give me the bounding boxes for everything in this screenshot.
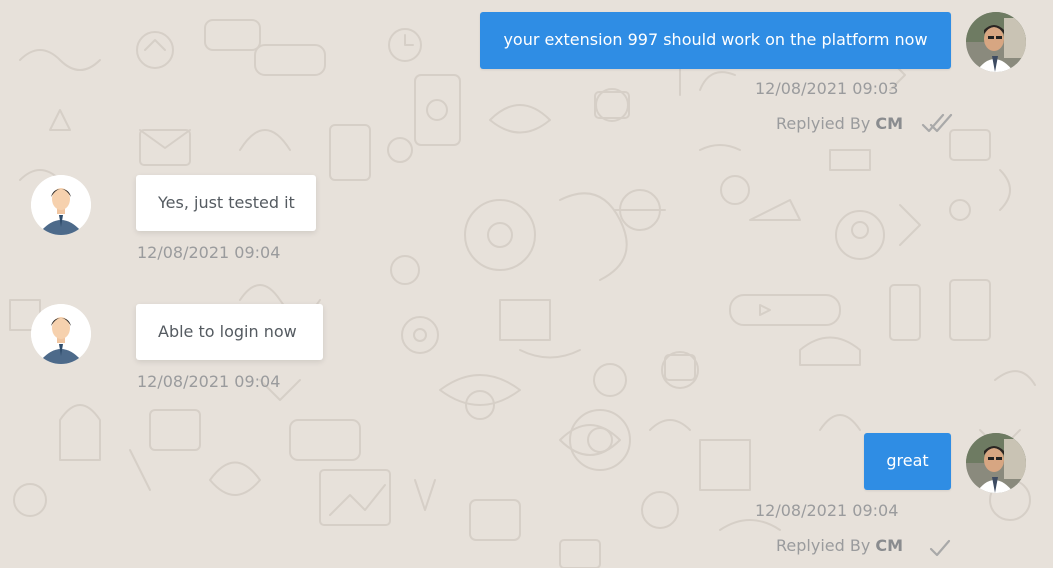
businessman-avatar-icon [31,175,91,235]
customer-avatar[interactable] [31,304,91,364]
agent-avatar[interactable] [966,12,1026,72]
message-timestamp: 12/08/2021 09:04 [137,243,281,262]
chat-background: your extension 997 should work on the pl… [0,0,1053,568]
replied-by-prefix: Replyied By [776,114,871,133]
double-check-icon [921,113,953,133]
agent-photo-icon [966,12,1026,72]
check-icon [929,539,951,557]
outgoing-message-bubble[interactable]: great [864,433,951,490]
outgoing-message-bubble[interactable]: your extension 997 should work on the pl… [480,12,951,69]
replied-by-label: Replyied By CM [776,536,903,555]
replied-by-agent: CM [875,114,904,133]
replied-by-agent: CM [875,536,904,555]
incoming-message-bubble[interactable]: Yes, just tested it [136,175,316,231]
replied-by-label: Replyied By CM [776,114,903,133]
message-timestamp: 12/08/2021 09:03 [755,79,899,98]
message-timestamp: 12/08/2021 09:04 [755,501,899,520]
agent-avatar[interactable] [966,433,1026,493]
incoming-message-bubble[interactable]: Able to login now [136,304,323,360]
replied-by-prefix: Replyied By [776,536,871,555]
agent-photo-icon [966,433,1026,493]
businessman-avatar-icon [31,304,91,364]
message-timestamp: 12/08/2021 09:04 [137,372,281,391]
customer-avatar[interactable] [31,175,91,235]
